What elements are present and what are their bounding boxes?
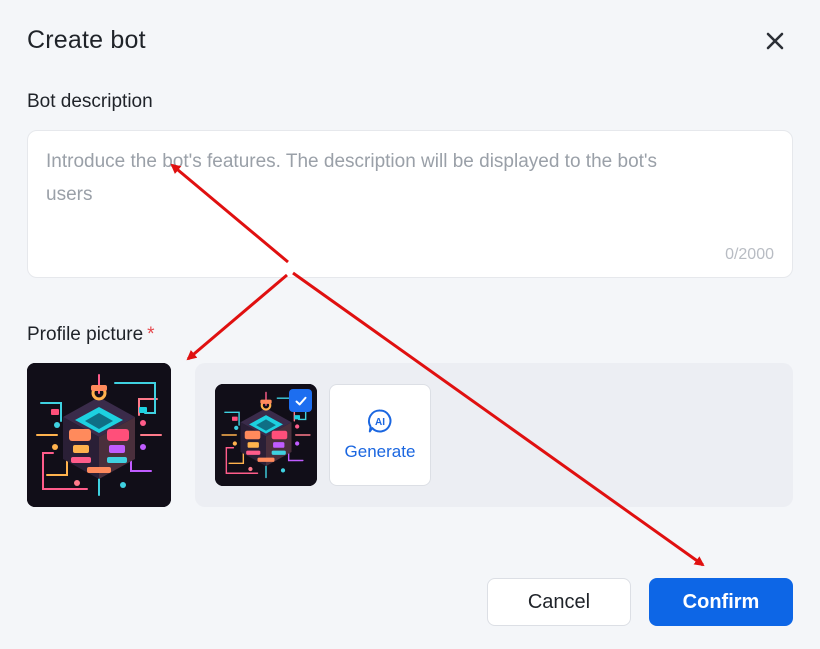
- generate-avatar-button[interactable]: AI Generate: [329, 384, 431, 486]
- profile-picture-preview: [27, 363, 171, 507]
- check-icon: [295, 396, 306, 405]
- character-counter: 0/2000: [725, 246, 774, 263]
- bot-description-input[interactable]: [46, 145, 706, 225]
- profile-picture-label-text: Profile picture: [27, 324, 144, 345]
- close-icon: [766, 32, 784, 50]
- generate-label: Generate: [344, 442, 416, 461]
- selected-badge: [289, 389, 312, 412]
- close-button[interactable]: [760, 26, 790, 56]
- bot-description-field: 0/2000: [27, 130, 793, 278]
- confirm-button[interactable]: Confirm: [649, 578, 793, 626]
- avatar-option-selected[interactable]: [215, 384, 317, 486]
- ai-icon-text: AI: [375, 417, 385, 428]
- bot-description-label: Bot description: [27, 91, 153, 112]
- cancel-button[interactable]: Cancel: [487, 578, 631, 626]
- avatar-picker-panel: AI Generate: [195, 363, 793, 507]
- profile-picture-label: Profile picture *: [27, 324, 155, 346]
- annotation-arrow-to-profile-picture: [186, 273, 288, 361]
- required-marker: *: [147, 324, 155, 345]
- robot-avatar-image: [27, 363, 171, 507]
- dialog-title: Create bot: [27, 26, 146, 54]
- ai-chat-icon: AI: [368, 409, 392, 433]
- create-bot-dialog: Create bot Bot description 0/2000 Profil…: [0, 0, 820, 649]
